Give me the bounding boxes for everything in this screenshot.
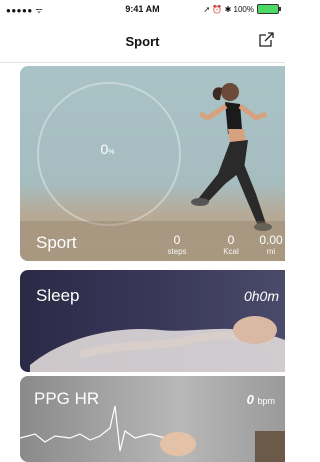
- progress-unit: %: [108, 149, 115, 156]
- share-icon[interactable]: [257, 31, 275, 49]
- stat-unit: steps: [167, 247, 187, 256]
- sport-title: Sport: [36, 233, 77, 252]
- status-right: ➚ ⏰ ✱ 100%: [203, 4, 281, 14]
- stat-kcal: 0 Kcal: [216, 233, 246, 256]
- stat-distance: 0.00 mi: [257, 233, 285, 256]
- battery-icon: [257, 4, 281, 14]
- stat-value: 0: [173, 233, 181, 247]
- sleep-title: Sleep: [36, 286, 80, 305]
- nav-bar: Sport: [0, 18, 285, 63]
- stat-value: 0.00: [259, 233, 283, 247]
- ppg-unit: bpm: [257, 396, 275, 406]
- stat-unit: mi: [266, 247, 276, 256]
- stat-steps: 0 steps: [160, 233, 194, 256]
- stat-unit: Kcal: [223, 247, 239, 256]
- ppg-number: 0: [246, 392, 254, 407]
- sport-card[interactable]: 0% Sport 0 steps 0 Kcal 0.00 mi: [20, 66, 285, 261]
- ppg-hr-card[interactable]: PPG HR 0 bpm: [20, 376, 285, 462]
- stat-value: 0: [227, 233, 235, 247]
- progress-percent: 0%: [80, 141, 135, 157]
- runner-image: [191, 83, 272, 231]
- status-right-text: ➚ ⏰ ✱ 100%: [203, 4, 255, 14]
- sleep-value: 0h0m: [243, 288, 279, 304]
- sleep-card[interactable]: Sleep 0h0m: [20, 270, 285, 372]
- page-title: Sport: [125, 34, 160, 49]
- ppg-title: PPG HR: [34, 389, 100, 408]
- ppg-value: 0 bpm: [247, 392, 275, 407]
- status-bar: ●●●●● ᯤ 9:41 AM ➚ ⏰ ✱ 100%: [0, 0, 285, 18]
